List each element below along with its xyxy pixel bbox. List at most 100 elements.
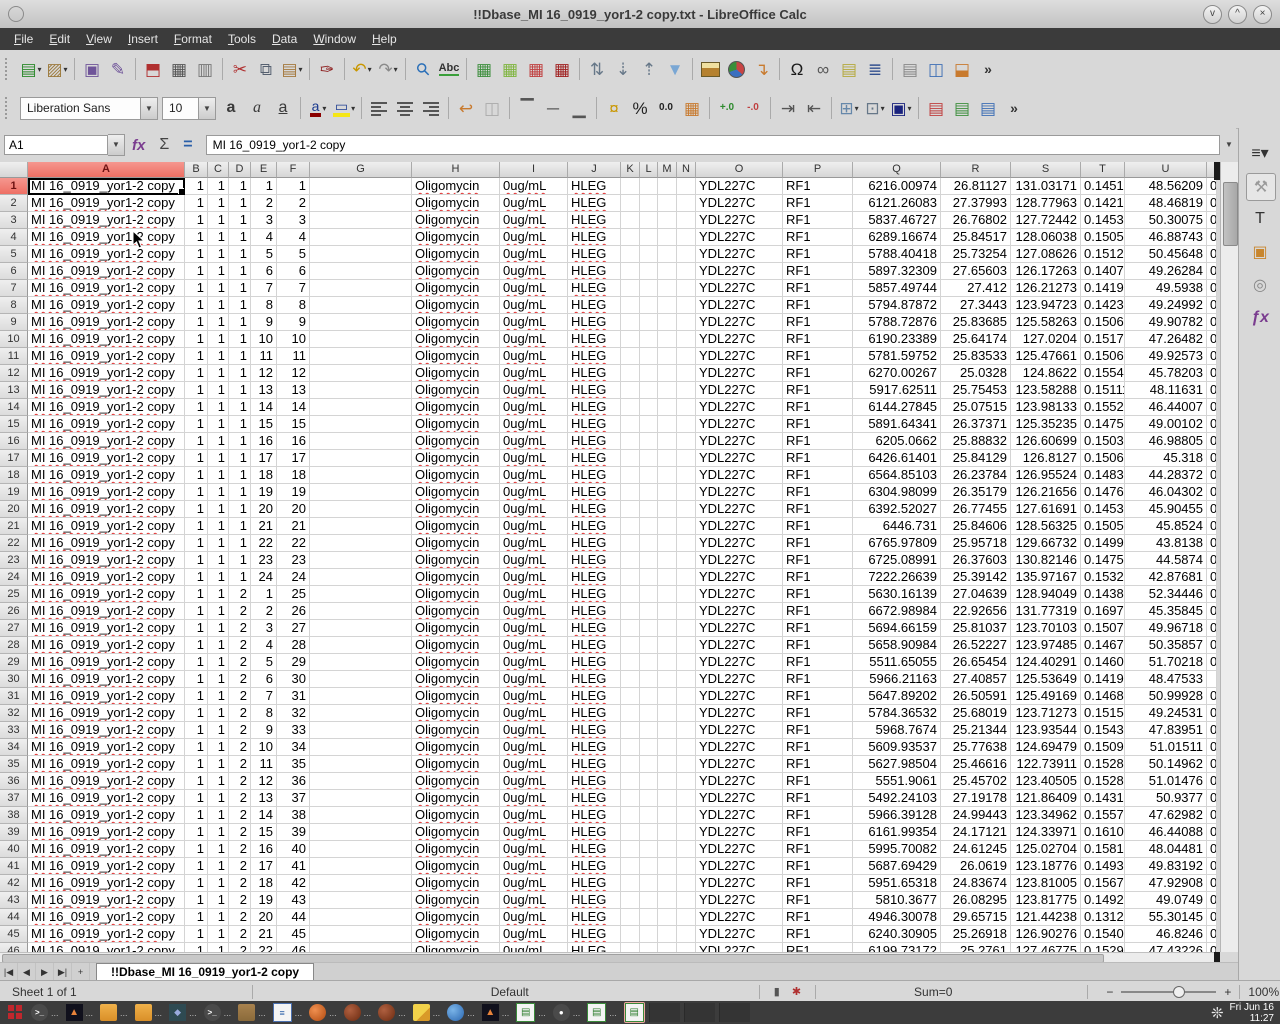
cell[interactable]: 17 [251, 858, 277, 875]
cell[interactable]: 1 [185, 790, 208, 807]
cell[interactable]: Oligomycin [412, 348, 500, 365]
cell[interactable]: 2 [229, 654, 251, 671]
cell[interactable]: 26.65454 [941, 654, 1011, 671]
cell[interactable]: 0.15033 [1081, 433, 1125, 450]
cell[interactable]: 0ug/mL [500, 756, 568, 773]
cell[interactable]: 6205.0662 [853, 433, 941, 450]
cell[interactable]: 22.92656 [941, 603, 1011, 620]
cell[interactable]: 1 [185, 348, 208, 365]
cell[interactable]: MI 16_0919_yor1-2 copy [28, 399, 185, 416]
row-header-40[interactable]: 40 [0, 841, 28, 858]
row-header-23[interactable]: 23 [0, 552, 28, 569]
cell[interactable]: HLEG [568, 365, 621, 382]
cell[interactable]: 0.15282 [1081, 756, 1125, 773]
cell[interactable] [677, 824, 696, 841]
cell[interactable]: 0. [1207, 501, 1217, 518]
cell[interactable]: 0. [1207, 841, 1217, 858]
cell[interactable]: MI 16_0919_yor1-2 copy [28, 297, 185, 314]
cell[interactable]: 26.23784 [941, 467, 1011, 484]
cell[interactable] [677, 195, 696, 212]
cell[interactable]: 125.35235 [1011, 416, 1081, 433]
cell[interactable]: 27.37993 [941, 195, 1011, 212]
cell[interactable]: 0ug/mL [500, 875, 568, 892]
cell[interactable]: 0. [1207, 331, 1217, 348]
cell[interactable]: 4 [251, 637, 277, 654]
cell[interactable]: 122.73911 [1011, 756, 1081, 773]
row-header-35[interactable]: 35 [0, 756, 28, 773]
cell[interactable]: 45.90455 [1125, 501, 1207, 518]
cell[interactable]: 1 [185, 739, 208, 756]
cell[interactable]: RF1 [783, 484, 853, 501]
cell[interactable] [640, 875, 658, 892]
cell[interactable]: MI 16_0919_yor1-2 copy [28, 280, 185, 297]
cell[interactable]: 48.46819 [1125, 195, 1207, 212]
cell[interactable]: Oligomycin [412, 246, 500, 263]
cell[interactable]: 14 [277, 399, 310, 416]
cell[interactable]: YDL227C [696, 739, 783, 756]
cell[interactable]: MI 16_0919_yor1-2 copy [28, 518, 185, 535]
cell[interactable]: 46.44088 [1125, 824, 1207, 841]
cell[interactable]: 32 [277, 705, 310, 722]
cell[interactable]: HLEG [568, 586, 621, 603]
cell[interactable]: 1 [229, 450, 251, 467]
cell[interactable]: 55.30145 [1125, 909, 1207, 926]
cell[interactable]: Oligomycin [412, 382, 500, 399]
cell[interactable]: 1 [185, 722, 208, 739]
cell[interactable] [310, 756, 412, 773]
cell[interactable]: RF1 [783, 195, 853, 212]
cell[interactable] [677, 365, 696, 382]
cell[interactable]: 5995.70082 [853, 841, 941, 858]
cell[interactable]: YDL227C [696, 620, 783, 637]
cell[interactable]: 2 [251, 195, 277, 212]
align-top-button[interactable]: ▔ [515, 95, 539, 121]
cell[interactable]: MI 16_0919_yor1-2 copy [28, 773, 185, 790]
cell[interactable]: 43.8138 [1125, 535, 1207, 552]
cell[interactable] [621, 467, 640, 484]
cell[interactable]: 126.95524 [1011, 467, 1081, 484]
cell[interactable] [310, 603, 412, 620]
cell[interactable] [310, 195, 412, 212]
cell[interactable]: Oligomycin [412, 858, 500, 875]
cell[interactable]: 7 [251, 688, 277, 705]
row-header-15[interactable]: 15 [0, 416, 28, 433]
cell[interactable] [677, 246, 696, 263]
cell[interactable]: MI 16_0919_yor1-2 copy [28, 416, 185, 433]
column-header-A[interactable]: A [28, 162, 185, 178]
cell[interactable]: 0ug/mL [500, 637, 568, 654]
cell[interactable]: MI 16_0919_yor1-2 copy [28, 943, 185, 952]
insert-hyperlink-button[interactable]: ∞ [811, 56, 835, 82]
cell[interactable]: 1 [185, 416, 208, 433]
cell[interactable] [677, 518, 696, 535]
cell[interactable]: 1 [208, 569, 229, 586]
cell[interactable]: 1 [229, 195, 251, 212]
center-vertically-button[interactable]: ─ [541, 95, 565, 121]
cell[interactable]: 0ug/mL [500, 909, 568, 926]
cell[interactable]: 37 [277, 790, 310, 807]
cell[interactable] [621, 807, 640, 824]
zoom-slider[interactable] [1121, 991, 1216, 993]
horizontal-split-handle[interactable] [1214, 952, 1220, 962]
cell[interactable]: 1 [208, 756, 229, 773]
cell[interactable]: 24.99443 [941, 807, 1011, 824]
cell[interactable]: 1 [185, 382, 208, 399]
cell[interactable] [658, 280, 677, 297]
cell[interactable]: 6672.98984 [853, 603, 941, 620]
cell[interactable]: RF1 [783, 212, 853, 229]
cell[interactable]: Oligomycin [412, 467, 500, 484]
cell[interactable]: 49.96718 [1125, 620, 1207, 637]
cell[interactable]: Oligomycin [412, 654, 500, 671]
cell[interactable]: YDL227C [696, 229, 783, 246]
cell[interactable]: 123.97485 [1011, 637, 1081, 654]
cell[interactable] [658, 348, 677, 365]
cell[interactable]: YDL227C [696, 331, 783, 348]
cell[interactable]: Oligomycin [412, 178, 500, 195]
cell[interactable] [658, 518, 677, 535]
cell[interactable]: 1 [208, 722, 229, 739]
cell[interactable]: 6289.16674 [853, 229, 941, 246]
cell[interactable]: 0ug/mL [500, 654, 568, 671]
cut-button[interactable]: ✂ [228, 56, 252, 82]
cell[interactable]: 0. [1207, 943, 1217, 952]
cell[interactable]: 0ug/mL [500, 773, 568, 790]
cell[interactable]: 3 [277, 212, 310, 229]
cell[interactable] [621, 263, 640, 280]
